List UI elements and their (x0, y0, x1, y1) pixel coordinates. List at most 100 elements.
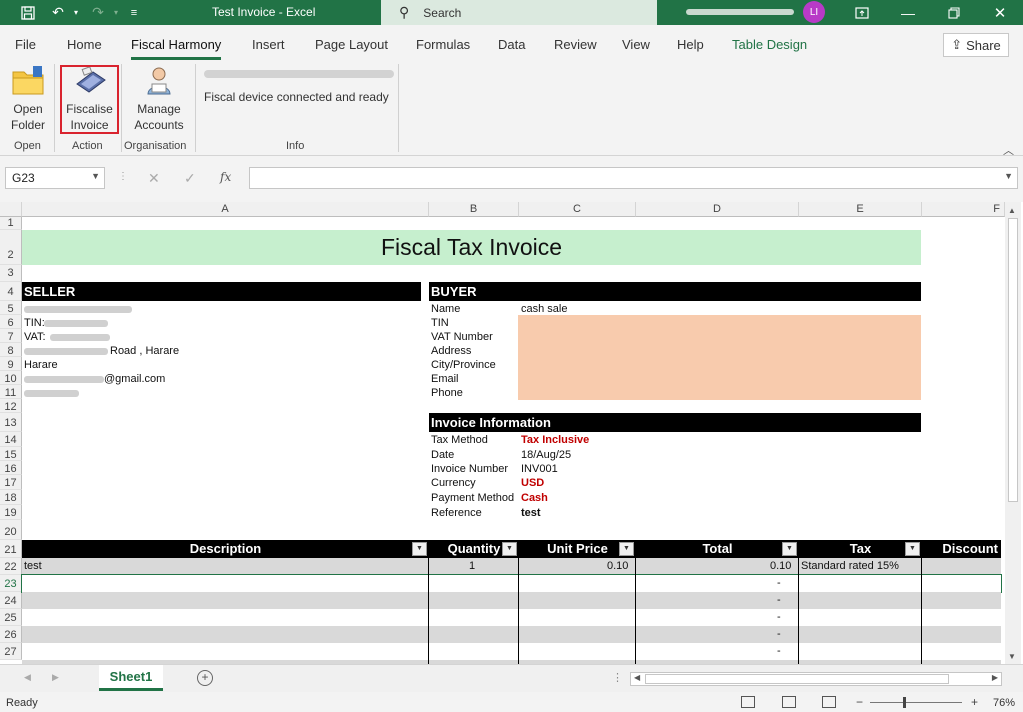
filter-dropdown-icon[interactable]: ▼ (905, 542, 920, 556)
restore-icon[interactable] (944, 3, 964, 22)
expand-formula-icon[interactable]: ▼ (1004, 171, 1013, 181)
zoom-slider[interactable] (870, 702, 962, 703)
row-header[interactable]: 11 (0, 385, 22, 399)
row-header[interactable]: 12 (0, 399, 22, 413)
row-header[interactable]: 26 (0, 626, 22, 643)
customize-toolbar-icon[interactable]: ≡ (124, 3, 144, 22)
tab-data[interactable]: Data (498, 37, 525, 52)
tab-insert[interactable]: Insert (252, 37, 285, 52)
zoom-out-icon[interactable]: − (856, 695, 863, 709)
row-header[interactable]: 3 (0, 265, 22, 282)
table-row-selected[interactable] (21, 574, 1002, 593)
minimize-icon[interactable]: — (898, 3, 918, 22)
row-header[interactable]: 1 (0, 217, 22, 230)
sheet-tab-sheet1[interactable]: Sheet1 (99, 665, 163, 691)
tab-fiscal-harmony[interactable]: Fiscal Harmony (131, 37, 222, 60)
tab-file[interactable]: File (15, 37, 36, 52)
row-header[interactable]: 13 (0, 413, 22, 432)
vertical-scrollbar[interactable]: ▲ ▼ (1005, 202, 1021, 664)
column-header-b[interactable]: B (429, 202, 519, 217)
filter-dropdown-icon[interactable]: ▼ (502, 542, 517, 556)
zoom-in-icon[interactable]: + (971, 695, 978, 709)
table-row[interactable] (22, 609, 1001, 626)
column-header-f[interactable]: F (922, 202, 1005, 217)
info-value-tax-method[interactable]: Tax Inclusive (521, 434, 589, 446)
row-header-selected[interactable]: 23 (0, 575, 22, 592)
normal-view-icon[interactable] (741, 696, 755, 708)
split-handle-icon[interactable]: ⋮ (612, 671, 623, 684)
item-quantity[interactable]: 1 (469, 560, 475, 572)
zoom-level[interactable]: 76% (993, 697, 1015, 709)
row-header[interactable]: 19 (0, 505, 22, 520)
redo-icon[interactable]: ↷ (88, 3, 108, 22)
save-icon[interactable] (18, 3, 38, 22)
row-header[interactable]: 2 (0, 230, 22, 265)
zoom-slider-knob[interactable] (903, 697, 906, 708)
tab-table-design[interactable]: Table Design (732, 37, 807, 52)
horizontal-scrollbar[interactable]: ◀ ▶ (630, 672, 1002, 686)
scroll-down-icon[interactable]: ▼ (1008, 652, 1016, 661)
tab-help[interactable]: Help (677, 37, 704, 52)
row-header[interactable]: 22 (0, 558, 22, 575)
undo-dropdown-icon[interactable]: ▾ (66, 3, 86, 22)
row-header[interactable]: 27 (0, 643, 22, 660)
redo-dropdown-icon[interactable]: ▾ (106, 3, 126, 22)
filter-dropdown-icon[interactable]: ▼ (782, 542, 797, 556)
select-all-corner[interactable] (0, 202, 22, 217)
info-value-invoice-number[interactable]: INV001 (521, 463, 558, 475)
insert-function-icon[interactable]: fx (220, 170, 231, 184)
next-sheet-icon[interactable]: ▶ (52, 672, 59, 683)
row-header[interactable]: 20 (0, 520, 22, 540)
h-scroll-thumb[interactable] (645, 674, 949, 684)
avatar[interactable]: LI (803, 1, 825, 23)
chevron-down-icon[interactable]: ▼ (91, 171, 100, 181)
row-header[interactable]: 6 (0, 315, 22, 329)
page-layout-view-icon[interactable] (782, 696, 796, 708)
confirm-entry-icon[interactable]: ✓ (184, 170, 196, 187)
row-header[interactable]: 8 (0, 343, 22, 357)
scroll-left-icon[interactable]: ◀ (634, 673, 640, 682)
column-header-d[interactable]: D (636, 202, 799, 217)
info-value-payment-method[interactable]: Cash (521, 492, 548, 504)
row-header[interactable]: 15 (0, 447, 22, 461)
row-header[interactable]: 17 (0, 475, 22, 490)
search-box[interactable]: ⚲ Search (381, 0, 657, 25)
row-header[interactable]: 9 (0, 357, 22, 371)
worksheet-grid[interactable]: A B C D E F 1 2 3 4 5 6 7 8 9 10 11 12 1… (0, 202, 1023, 664)
buyer-name-value[interactable]: cash sale (521, 303, 567, 315)
info-value-date[interactable]: 18/Aug/25 (521, 449, 571, 461)
previous-sheet-icon[interactable]: ◀ (24, 672, 31, 683)
buyer-details-input-area[interactable] (518, 315, 921, 400)
open-folder-button[interactable]: Open Folder (8, 64, 48, 134)
row-header[interactable]: 5 (0, 301, 22, 315)
filter-dropdown-icon[interactable]: ▼ (412, 542, 427, 556)
page-break-view-icon[interactable] (822, 696, 836, 708)
scroll-up-icon[interactable]: ▲ (1008, 206, 1016, 215)
row-header[interactable]: 16 (0, 461, 22, 475)
tab-review[interactable]: Review (554, 37, 597, 52)
column-header-e[interactable]: E (799, 202, 922, 217)
table-row[interactable] (22, 592, 1001, 609)
table-row[interactable] (22, 626, 1001, 643)
scroll-thumb[interactable] (1008, 218, 1018, 502)
info-value-currency[interactable]: USD (521, 477, 544, 489)
column-header-c[interactable]: C (519, 202, 636, 217)
row-header[interactable]: 10 (0, 371, 22, 385)
tab-home[interactable]: Home (67, 37, 102, 52)
row-header[interactable]: 21 (0, 540, 22, 558)
row-header[interactable]: 25 (0, 609, 22, 626)
formula-input[interactable]: ▼ (249, 167, 1018, 189)
tab-formulas[interactable]: Formulas (416, 37, 470, 52)
row-header[interactable]: 18 (0, 490, 22, 505)
tab-view[interactable]: View (622, 37, 650, 52)
item-total[interactable]: 0.10 (770, 560, 791, 572)
scroll-right-icon[interactable]: ▶ (992, 673, 998, 682)
add-sheet-button[interactable]: + (197, 670, 213, 686)
table-row[interactable] (22, 643, 1001, 660)
item-tax[interactable]: Standard rated 15% (801, 560, 899, 572)
info-value-reference[interactable]: test (521, 507, 541, 519)
more-icon[interactable]: ⋮ (118, 171, 129, 182)
share-button[interactable]: ⇪ Share (943, 33, 1009, 57)
item-description[interactable]: test (24, 560, 42, 572)
close-icon[interactable]: ✕ (990, 3, 1010, 22)
